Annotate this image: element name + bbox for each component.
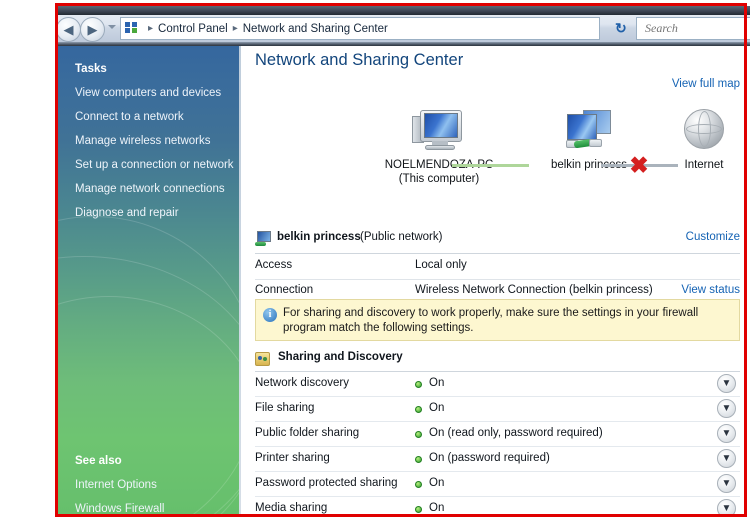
detail-label-access: Access: [255, 259, 293, 271]
status-indicator-on: [415, 431, 422, 438]
sidebar-tasks-group: Tasks View computers and devices Connect…: [75, 63, 235, 231]
sharing-row-file-sharing: File sharing On ▼: [255, 397, 740, 422]
search-box[interactable]: [636, 17, 750, 40]
sharing-row-label: Printer sharing: [255, 452, 330, 464]
view-full-map-link[interactable]: View full map: [672, 78, 740, 90]
sharing-settings-list: Network discovery On ▼ File sharing On ▼…: [255, 372, 740, 514]
recent-pages-chevron-icon[interactable]: [108, 25, 116, 29]
network-monitor-icon: [255, 231, 272, 246]
network-router-icon: [561, 108, 617, 152]
sharing-row-state: On: [429, 377, 445, 389]
sharing-row-state: On: [429, 477, 445, 489]
status-indicator-on: [415, 506, 422, 513]
back-arrow-icon: ◀: [63, 22, 74, 37]
status-indicator-on: [415, 406, 422, 413]
network-computers-icon: [125, 21, 139, 36]
address-toolbar: ◀ ▶ ▸ Control Panel ▸ Network and Sharin…: [58, 6, 750, 46]
sidebar-see-also-heading: See also: [75, 455, 122, 467]
sharing-row-state: On: [429, 402, 445, 414]
sharing-row-network-discovery: Network discovery On ▼: [255, 372, 740, 397]
sidebar: Tasks View computers and devices Connect…: [58, 46, 240, 514]
search-input[interactable]: [643, 20, 737, 37]
sharing-row-state: On (read only, password required): [429, 427, 603, 439]
sidebar-item-connect-to-a-network[interactable]: Connect to a network: [75, 111, 235, 123]
sharing-and-discovery-header: Sharing and Discovery: [255, 351, 740, 369]
expand-chevron-down-icon[interactable]: ▼: [717, 424, 736, 443]
customize-link[interactable]: Customize: [686, 231, 740, 243]
sharing-row-label: File sharing: [255, 402, 315, 414]
expand-chevron-down-icon[interactable]: ▼: [717, 449, 736, 468]
breadcrumb-separator-0: ▸: [148, 23, 154, 34]
map-node-label-line2: (This computer): [398, 173, 480, 185]
window-body: Tasks View computers and devices Connect…: [58, 46, 750, 514]
breadcrumb-item-control-panel[interactable]: Control Panel: [158, 23, 228, 35]
sidebar-item-view-computers-and-devices[interactable]: View computers and devices: [75, 87, 235, 99]
network-header-divider: [255, 253, 740, 254]
sidebar-see-also-group: See also Internet Options Windows Firewa…: [75, 455, 235, 514]
detail-value-access: Local only: [415, 259, 467, 271]
sidebar-item-windows-firewall[interactable]: Windows Firewall: [75, 503, 235, 514]
forward-arrow-icon: ▶: [87, 22, 98, 37]
back-button[interactable]: ◀: [58, 17, 81, 42]
sharing-and-discovery-title: Sharing and Discovery: [278, 351, 403, 363]
breadcrumb-separator-1: ▸: [232, 23, 238, 34]
main-content: Network and Sharing Center View full map…: [241, 46, 750, 514]
expand-chevron-down-icon[interactable]: ▼: [717, 474, 736, 493]
detail-row-access: Access Local only: [255, 255, 740, 279]
status-indicator-on: [415, 481, 422, 488]
sharing-row-label: Public folder sharing: [255, 427, 360, 439]
info-icon: i: [263, 308, 277, 322]
sharing-row-label: Password protected sharing: [255, 477, 398, 489]
internet-globe-icon: [682, 108, 726, 152]
sharing-row-password-protected-sharing: Password protected sharing On ▼: [255, 472, 740, 497]
sharing-row-label: Media sharing: [255, 502, 328, 514]
sidebar-tasks-heading: Tasks: [75, 63, 107, 75]
page-title: Network and Sharing Center: [255, 51, 464, 69]
network-name: belkin princess: [277, 231, 361, 243]
sharing-row-printer-sharing: Printer sharing On (password required) ▼: [255, 447, 740, 472]
map-node-this-computer[interactable]: NOELMENDOZA-PC (This computer): [359, 108, 519, 186]
firewall-info-banner: i For sharing and discovery to work prop…: [255, 299, 740, 341]
view-status-link[interactable]: View status: [681, 284, 740, 296]
refresh-icon[interactable]: ↻: [615, 20, 627, 37]
sharing-row-state: On: [429, 502, 445, 514]
desktop-computer-icon: [412, 108, 466, 152]
sidebar-item-manage-network-connections[interactable]: Manage network connections: [75, 183, 235, 195]
screenshot-root: ◀ ▶ ▸ Control Panel ▸ Network and Sharin…: [0, 0, 750, 527]
map-node-internet[interactable]: Internet: [659, 108, 749, 172]
window-title-strip: [58, 6, 750, 15]
sharing-row-label: Network discovery: [255, 377, 349, 389]
sharing-people-icon: [255, 352, 270, 366]
network-type: (Public network): [360, 231, 443, 243]
detail-value-connection: Wireless Network Connection (belkin prin…: [415, 284, 653, 296]
forward-button[interactable]: ▶: [80, 17, 105, 42]
info-banner-text: For sharing and discovery to work proper…: [283, 307, 699, 334]
sharing-row-media-sharing: Media sharing On ▼: [255, 497, 740, 514]
map-node-label-line1: Internet: [684, 159, 724, 171]
network-map: NOELMENDOZA-PC (This computer) belkin pr…: [241, 94, 750, 216]
network-header: belkin princess (Public network) Customi…: [255, 229, 740, 251]
expand-chevron-down-icon[interactable]: ▼: [717, 374, 736, 393]
sidebar-item-set-up-a-connection-or-network[interactable]: Set up a connection or network: [75, 159, 235, 171]
sidebar-item-internet-options[interactable]: Internet Options: [75, 479, 235, 491]
status-indicator-on: [415, 456, 422, 463]
status-indicator-on: [415, 381, 422, 388]
broken-link-x-icon: ✖: [629, 152, 649, 178]
explorer-window: ◀ ▶ ▸ Control Panel ▸ Network and Sharin…: [58, 6, 750, 514]
breadcrumb-item-network-and-sharing-center[interactable]: Network and Sharing Center: [243, 23, 388, 35]
breadcrumb[interactable]: ▸ Control Panel ▸ Network and Sharing Ce…: [120, 17, 600, 40]
sharing-row-public-folder-sharing: Public folder sharing On (read only, pas…: [255, 422, 740, 447]
expand-chevron-down-icon[interactable]: ▼: [717, 499, 736, 514]
sharing-row-state: On (password required): [429, 452, 550, 464]
detail-label-connection: Connection: [255, 284, 314, 296]
sidebar-item-manage-wireless-networks[interactable]: Manage wireless networks: [75, 135, 235, 147]
sidebar-item-diagnose-and-repair[interactable]: Diagnose and repair: [75, 207, 235, 219]
expand-chevron-down-icon[interactable]: ▼: [717, 399, 736, 418]
